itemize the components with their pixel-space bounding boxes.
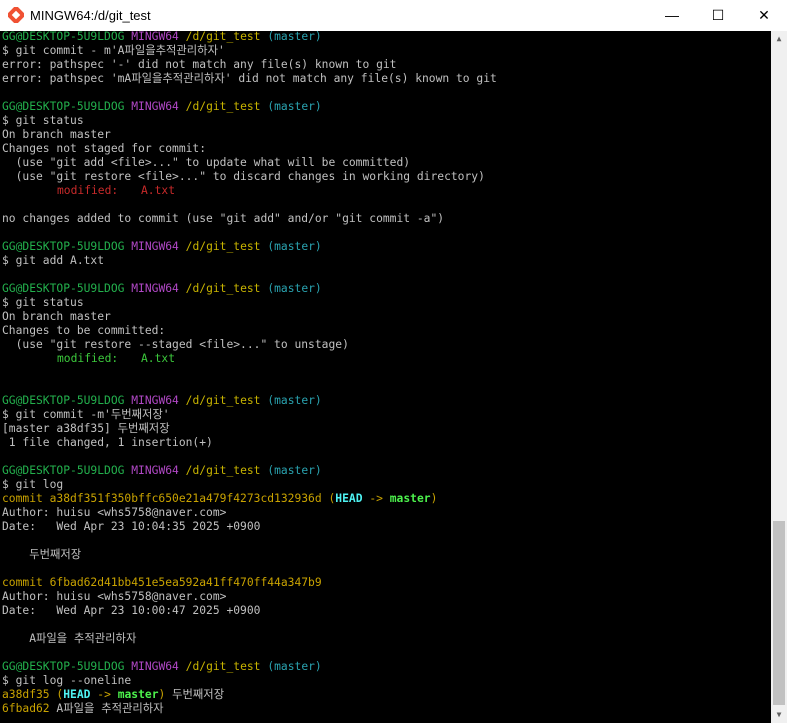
commit-message: 두번째저장 <box>2 548 82 561</box>
prompt-line: GG@DESKTOP-5U9LDOG MINGW64 /d/git_test (… <box>2 464 322 477</box>
terminal-output[interactable]: GG@DESKTOP-5U9LDOG MINGW64 /d/git_test (… <box>0 31 771 723</box>
output-line: [master a38df35] 두번째저장 <box>2 422 170 435</box>
scroll-down-icon[interactable]: ▼ <box>771 707 787 723</box>
output-line: Author: huisu <whs5758@naver.com> <box>2 590 227 603</box>
output-line: error: pathspec '-' did not match any fi… <box>2 58 397 71</box>
master-ref: master <box>117 688 159 701</box>
prompt-line: GG@DESKTOP-5U9LDOG MINGW64 /d/git_test (… <box>2 100 322 113</box>
modified-unstaged-file: A.txt <box>141 184 176 197</box>
command-line: $ git status <box>2 296 84 309</box>
output-line: Date: Wed Apr 23 10:04:35 2025 +0900 <box>2 520 261 533</box>
prompt-line: GG@DESKTOP-5U9LDOG MINGW64 /d/git_test (… <box>2 240 322 253</box>
modified-staged-label: modified: <box>57 352 119 365</box>
terminal-window: MINGW64:/d/git_test — ☐ ✕ GG@DESKTOP-5U9… <box>0 0 787 723</box>
vertical-scrollbar[interactable]: ▲ ▼ <box>771 31 787 723</box>
command-line: $ git status <box>2 114 84 127</box>
output-line: Author: huisu <whs5758@naver.com> <box>2 506 227 519</box>
output-line: On branch master <box>2 310 111 323</box>
modified-unstaged-label: modified: <box>57 184 119 197</box>
command-line: $ git commit - m'A파일을추적관리하자' <box>2 44 225 57</box>
prompt-line: GG@DESKTOP-5U9LDOG MINGW64 /d/git_test (… <box>2 282 322 295</box>
modified-staged-file: A.txt <box>141 352 176 365</box>
command-line: $ git add A.txt <box>2 254 105 267</box>
output-line: Changes to be committed: <box>2 324 166 337</box>
scrollbar-thumb[interactable] <box>773 521 785 705</box>
commit-message: A파일을 추적관리하자 <box>2 632 137 645</box>
title-bar[interactable]: MINGW64:/d/git_test — ☐ ✕ <box>0 0 787 31</box>
output-line: (use "git restore <file>..." to discard … <box>2 170 485 183</box>
output-line: On branch master <box>2 128 111 141</box>
output-line: (use "git restore --staged <file>..." to… <box>2 338 349 351</box>
git-bash-icon <box>8 7 24 23</box>
prompt-line: GG@DESKTOP-5U9LDOG MINGW64 /d/git_test (… <box>2 394 322 407</box>
prompt-line: GG@DESKTOP-5U9LDOG MINGW64 /d/git_test (… <box>2 660 322 673</box>
command-line: $ git commit -m'두번째저장' <box>2 408 170 421</box>
scroll-up-icon[interactable]: ▲ <box>771 31 787 47</box>
prompt-line: GG@DESKTOP-5U9LDOG MINGW64 /d/git_test (… <box>2 31 322 43</box>
master-ref: master <box>389 492 431 505</box>
output-line: Changes not staged for commit: <box>2 142 207 155</box>
minimize-button[interactable]: — <box>649 0 695 31</box>
output-line: error: pathspec 'mA파일을추적관리하자' did not ma… <box>2 72 497 85</box>
output-line: 1 file changed, 1 insertion(+) <box>2 436 213 449</box>
head-ref: HEAD <box>63 688 91 701</box>
commit-hash: commit 6fbad62d41bb451e5ea592a41ff470ff4… <box>2 576 322 589</box>
close-button[interactable]: ✕ <box>741 0 787 31</box>
head-ref: HEAD <box>335 492 363 505</box>
commit-line: commit a38df351f350bffc650e21a479f4273cd… <box>2 492 438 505</box>
output-line: (use "git add <file>..." to update what … <box>2 156 411 169</box>
oneline-entry: 6fbad62 A파일을 추적관리하자 <box>2 702 164 715</box>
oneline-entry: a38df35 (HEAD -> master) 두번째저장 <box>2 688 225 701</box>
output-line: Date: Wed Apr 23 10:00:47 2025 +0900 <box>2 604 261 617</box>
window-title: MINGW64:/d/git_test <box>30 8 151 23</box>
commit-hash: commit a38df351f350bffc650e21a479f4273cd… <box>2 492 322 505</box>
command-line: $ git log <box>2 478 64 491</box>
output-line: no changes added to commit (use "git add… <box>2 212 445 225</box>
command-line: $ git log --oneline <box>2 674 132 687</box>
maximize-button[interactable]: ☐ <box>695 0 741 31</box>
